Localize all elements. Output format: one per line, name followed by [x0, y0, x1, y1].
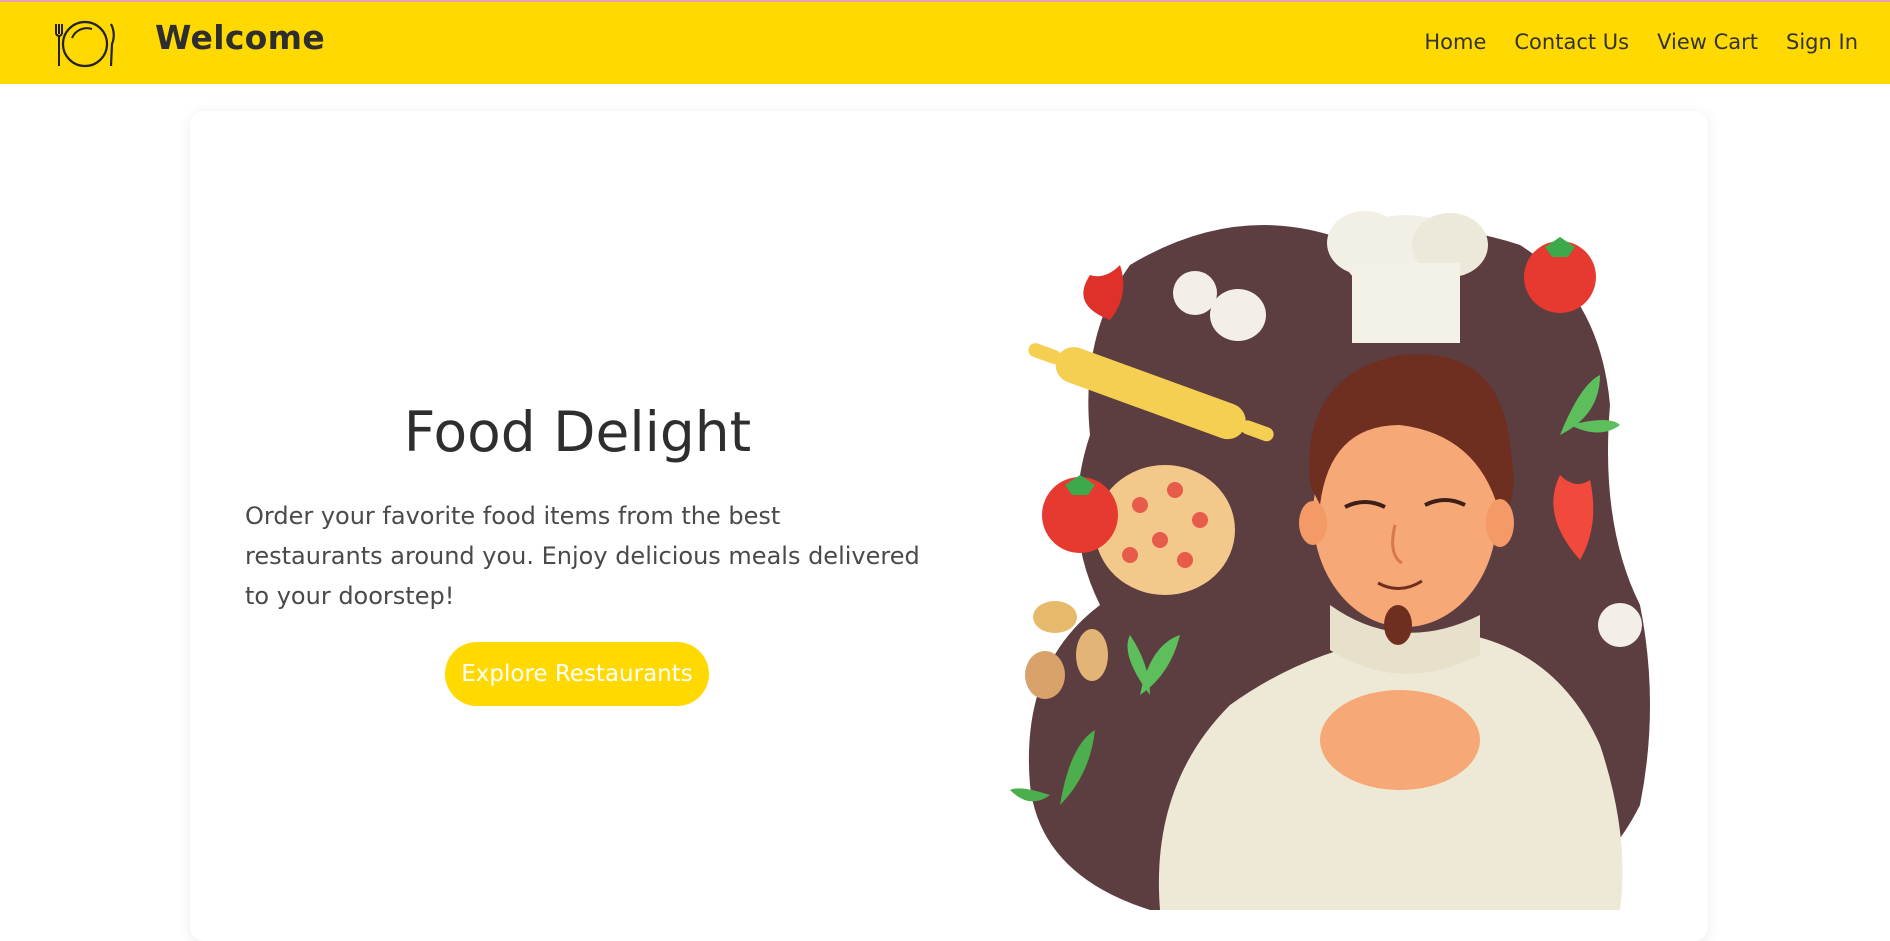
- nav-home-link[interactable]: Home: [1424, 30, 1486, 54]
- plate-fork-knife-icon[interactable]: [52, 16, 118, 72]
- nav-cart-link[interactable]: View Cart: [1657, 30, 1758, 54]
- tomato-icon-right: [1524, 237, 1596, 313]
- potato-icon-2: [1076, 629, 1108, 681]
- brand-title: Welcome: [155, 18, 326, 57]
- garlic-icon-right: [1598, 603, 1642, 647]
- nav-contact-link[interactable]: Contact Us: [1514, 30, 1629, 54]
- potato-icon: [1033, 601, 1077, 633]
- nav-signin-link[interactable]: Sign In: [1786, 30, 1858, 54]
- navbar: Welcome Home Contact Us View Cart Sign I…: [0, 2, 1890, 84]
- potato-icon-3: [1025, 651, 1065, 699]
- hero-title: Food Delight: [403, 400, 752, 464]
- chef-hands: [1320, 690, 1480, 790]
- nav-menu: Home Contact Us View Cart Sign In: [1424, 30, 1858, 54]
- chef-illustration: [1010, 211, 1650, 910]
- explore-restaurants-button[interactable]: Explore Restaurants: [445, 642, 709, 706]
- pizza-icon: [1095, 465, 1235, 595]
- hero-description: Order your favorite food items from the …: [245, 502, 920, 610]
